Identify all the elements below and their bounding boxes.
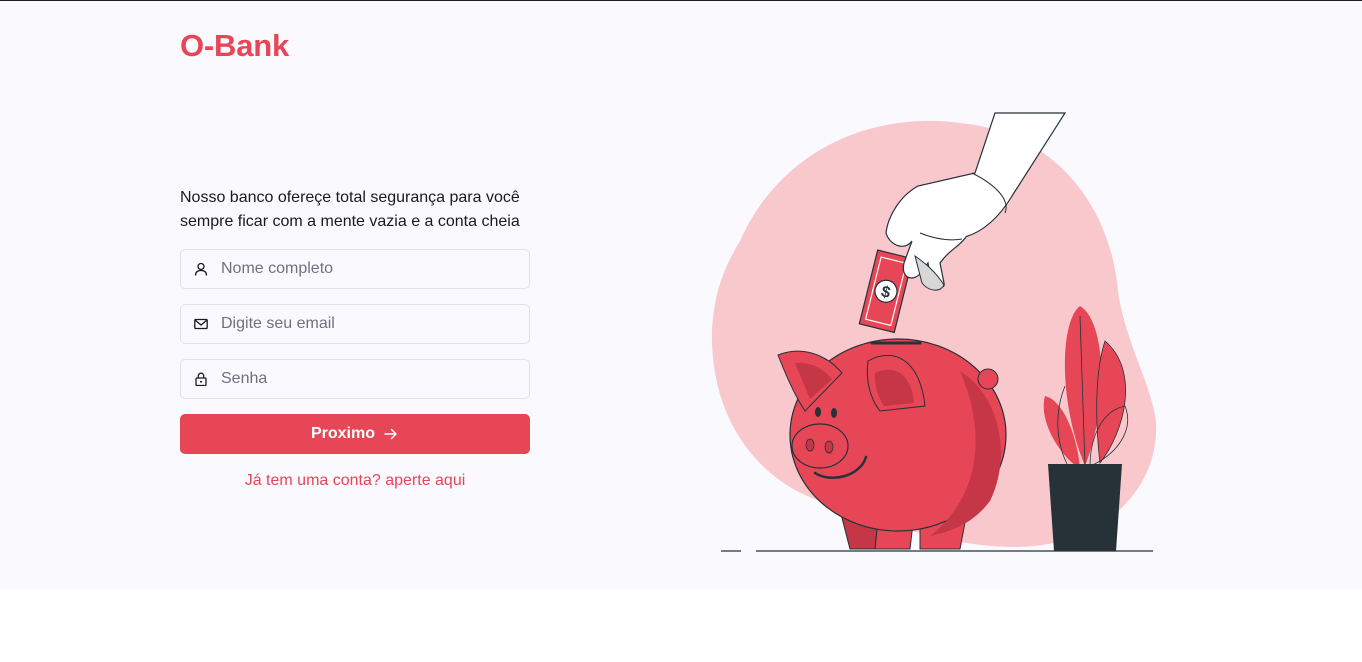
intro-text: Nosso banco ofereçe total segurança para… xyxy=(180,186,560,234)
login-link[interactable]: Já tem uma conta? aperte aqui xyxy=(180,472,530,490)
user-icon xyxy=(194,262,208,276)
name-input[interactable] xyxy=(221,250,521,288)
brand-logo[interactable]: O-Bank xyxy=(180,28,289,64)
pig-snout xyxy=(791,423,849,469)
lock-icon xyxy=(195,372,207,386)
intro-line-1: Nosso banco ofereçe total segurança para… xyxy=(180,189,520,206)
piggy-bank-illustration: $ xyxy=(711,112,1157,552)
password-field[interactable] xyxy=(180,359,530,399)
page-footer-area xyxy=(0,589,1362,662)
password-input[interactable] xyxy=(221,360,521,398)
email-input[interactable] xyxy=(221,305,521,343)
email-field[interactable] xyxy=(180,304,530,344)
pig-eye-left xyxy=(815,407,821,417)
signup-page: O-Bank Nosso banco ofereçe total seguran… xyxy=(0,1,1362,589)
plant-pot xyxy=(1048,464,1122,551)
name-field[interactable] xyxy=(180,249,530,289)
mail-icon xyxy=(194,318,208,330)
next-button-label: Proximo xyxy=(310,425,375,442)
intro-line-2: sempre ficar com a mente vazia e a conta… xyxy=(180,213,520,230)
arrow-right-icon xyxy=(384,428,397,440)
pig-eye-right xyxy=(831,408,837,418)
next-button[interactable]: Proximo xyxy=(180,414,530,454)
